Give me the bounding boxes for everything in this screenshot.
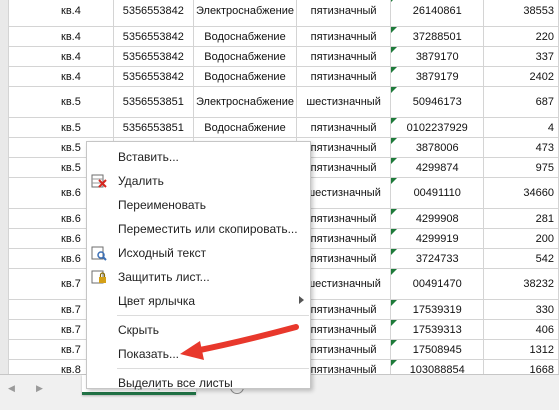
table-row: кв.4 5356553842 Водоснабжение пятизначный 38… xyxy=(8,66,559,87)
cell-digits[interactable]: пятизначный xyxy=(295,117,392,138)
menu-item-label: Защитить лист... xyxy=(118,270,210,284)
cell-digits[interactable]: пятизначный xyxy=(295,26,392,47)
cell-service[interactable]: Электроснабжение xyxy=(192,86,297,118)
menu-item-4[interactable]: Переместить или скопировать... xyxy=(87,217,310,241)
cell-acct[interactable]: 5356553842 xyxy=(112,66,194,87)
cell-apt[interactable]: кв.4 xyxy=(8,26,114,47)
menu-separator xyxy=(117,315,309,316)
cell-meter[interactable]: 4299908 xyxy=(390,208,485,229)
table-row: кв.5 5356553851 Водоснабжение пятизначный 01… xyxy=(8,117,559,138)
cell-acct[interactable]: 5356553851 xyxy=(112,117,194,138)
cell-reading[interactable]: 337 xyxy=(483,46,559,67)
cell-digits[interactable]: шестизначный xyxy=(295,86,392,118)
menu-item-3[interactable]: Переименовать xyxy=(87,193,310,217)
cell-meter[interactable]: 00491110 xyxy=(390,177,485,209)
cell-service[interactable]: Водоснабжение xyxy=(192,46,297,67)
menu-item-1[interactable]: Вставить... xyxy=(87,145,310,169)
cell-meter[interactable]: 17539313 xyxy=(390,319,485,340)
cell-reading[interactable]: 220 xyxy=(483,26,559,47)
submenu-arrow-icon xyxy=(299,296,304,304)
menu-separator xyxy=(117,368,309,369)
delete-sheet-icon xyxy=(91,173,107,189)
menu-item-7[interactable]: Цвет ярлычка xyxy=(87,289,310,313)
menu-item-label: Переместить или скопировать... xyxy=(118,222,298,236)
cell-acct[interactable]: 5356553842 xyxy=(112,26,194,47)
cell-reading[interactable]: 473 xyxy=(483,137,559,158)
cell-reading[interactable]: 34660 xyxy=(483,177,559,209)
table-row: кв.4 5356553842 Водоснабжение пятизначный 38… xyxy=(8,46,559,67)
cell-meter[interactable]: 17539319 xyxy=(390,299,485,320)
cell-service[interactable]: Водоснабжение xyxy=(192,117,297,138)
menu-item-label: Показать... xyxy=(118,347,180,361)
cell-digits[interactable]: пятизначный xyxy=(295,0,392,27)
cell-meter[interactable]: 4299874 xyxy=(390,157,485,178)
cell-meter[interactable]: 26140861 xyxy=(390,0,485,27)
cell-apt[interactable]: кв.4 xyxy=(8,66,114,87)
cell-service[interactable]: Электроснабжение xyxy=(192,0,297,27)
view-code-icon xyxy=(91,245,107,261)
menu-item-8[interactable]: Скрыть xyxy=(87,318,310,342)
cell-reading[interactable]: 200 xyxy=(483,228,559,249)
cell-reading[interactable]: 4 xyxy=(483,117,559,138)
cell-reading[interactable]: 687 xyxy=(483,86,559,118)
table-row: кв.5 5356553851 Электроснабжение шестизначн… xyxy=(8,86,559,118)
menu-item-5[interactable]: Исходный текст xyxy=(87,241,310,265)
cell-meter[interactable]: 3879170 xyxy=(390,46,485,67)
cell-acct[interactable]: 5356553851 xyxy=(112,86,194,118)
protect-sheet-icon xyxy=(91,269,107,285)
cell-meter[interactable]: 17508945 xyxy=(390,339,485,360)
cell-reading[interactable]: 975 xyxy=(483,157,559,178)
cell-reading[interactable]: 330 xyxy=(483,299,559,320)
cell-meter[interactable]: 103088854 xyxy=(390,359,485,374)
menu-item-label: Удалить xyxy=(118,174,164,188)
cell-meter[interactable]: 50946173 xyxy=(390,86,485,118)
cell-digits[interactable]: пятизначный xyxy=(295,66,392,87)
cell-digits[interactable]: пятизначный xyxy=(295,46,392,67)
cell-meter[interactable]: 00491470 xyxy=(390,268,485,300)
cell-reading[interactable]: 38553 xyxy=(483,0,559,27)
menu-item-10[interactable]: Выделить все листы xyxy=(87,371,310,395)
cell-service[interactable]: Водоснабжение xyxy=(192,26,297,47)
table-row: кв.4 5356553842 Электроснабжение пятизначны… xyxy=(8,0,559,27)
cell-meter[interactable]: 3878006 xyxy=(390,137,485,158)
menu-item-6[interactable]: Защитить лист... xyxy=(87,265,310,289)
cell-reading[interactable]: 1312 xyxy=(483,339,559,360)
menu-item-label: Выделить все листы xyxy=(118,376,233,390)
menu-item-label: Скрыть xyxy=(118,323,159,337)
menu-item-label: Исходный текст xyxy=(118,246,207,260)
scroll-left-icon[interactable]: ◀ xyxy=(8,383,15,394)
cell-meter[interactable]: 4299919 xyxy=(390,228,485,249)
cell-meter[interactable]: 3879179 xyxy=(390,66,485,87)
scroll-right-icon[interactable]: ▶ xyxy=(36,383,43,394)
cell-apt[interactable]: кв.5 xyxy=(8,86,114,118)
menu-item-2[interactable]: Удалить xyxy=(87,169,310,193)
cell-apt[interactable]: кв.4 xyxy=(8,0,114,27)
cell-reading[interactable]: 542 xyxy=(483,248,559,269)
cell-meter[interactable]: 3724733 xyxy=(390,248,485,269)
cell-acct[interactable]: 5356553842 xyxy=(112,46,194,67)
menu-item-9[interactable]: Показать... xyxy=(87,342,310,366)
sheet-context-menu: Вставить... Удалить Переименовать Перемести… xyxy=(86,141,311,390)
menu-item-label: Вставить... xyxy=(118,150,179,164)
cell-reading[interactable]: 406 xyxy=(483,319,559,340)
cell-meter[interactable]: 0102237929 xyxy=(390,117,485,138)
cell-reading[interactable]: 38232 xyxy=(483,268,559,300)
cell-apt[interactable]: кв.5 xyxy=(8,117,114,138)
cell-reading[interactable]: 1668 xyxy=(483,359,559,374)
menu-item-label: Цвет ярлычка xyxy=(118,294,196,308)
cell-service[interactable]: Водоснабжение xyxy=(192,66,297,87)
cell-reading[interactable]: 281 xyxy=(483,208,559,229)
table-row: кв.4 5356553842 Водоснабжение пятизначный 37… xyxy=(8,26,559,47)
cell-reading[interactable]: 2402 xyxy=(483,66,559,87)
cell-acct[interactable]: 5356553842 xyxy=(112,0,194,27)
cell-apt[interactable]: кв.4 xyxy=(8,46,114,67)
menu-item-label: Переименовать xyxy=(118,198,206,212)
cell-meter[interactable]: 37288501 xyxy=(390,26,485,47)
